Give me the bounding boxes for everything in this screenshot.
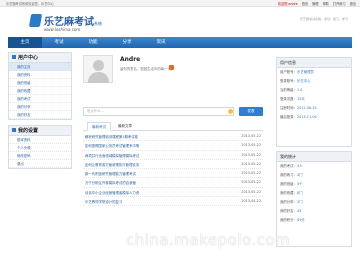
list-item[interactable]: 如何让教育各方面政策执行管理实务 2013-05-22	[83, 160, 263, 170]
item-title[interactable]: 如何按照国家公务员考试管理来中等	[85, 143, 139, 148]
sidebar-item-my-class[interactable]: 我的班级	[9, 79, 71, 87]
nav-item-share[interactable]: 分享	[110, 37, 144, 48]
site-logo[interactable]: 乐艺麻考试系统 www.leshima.com	[28, 14, 180, 36]
logo-name: 乐艺麻考试系统	[44, 17, 102, 28]
sidebar-item-my-home[interactable]: 我的主页	[9, 63, 71, 71]
content-tabs: 最新考试 最新文章	[83, 122, 263, 131]
emoji-icon[interactable]	[228, 109, 233, 114]
stats-row[interactable]: 我的练习：4门	[277, 171, 351, 180]
header-tagline: 乐艺题考试系统，考试、练习、学习	[299, 17, 348, 21]
admin-link[interactable]: 管理	[312, 1, 318, 6]
watermark: china.makepolo.com	[0, 230, 360, 264]
nav-item-home[interactable]: 主页	[8, 37, 42, 48]
avatar-body	[88, 72, 109, 83]
item-title[interactable]: 谈谈中小企业经营管理者模拟人力资	[85, 190, 139, 195]
sidebar-item-my-shares[interactable]: 我的分享	[9, 103, 71, 111]
sidebar-item-change-password[interactable]: 修改密码	[9, 152, 71, 160]
item-title[interactable]: 万宁分析区开卷模拟考试的自我管	[85, 180, 136, 185]
settings-icon	[12, 128, 16, 132]
stats-row[interactable]: 我的好友：45	[277, 207, 351, 216]
stats-row[interactable]: 我的积分：45分	[277, 216, 351, 225]
user-info-heading: 用户信息	[277, 58, 351, 68]
main-nav: 主页 考试 功能 分享 资讯	[8, 37, 352, 48]
help-link[interactable]: 帮助	[323, 1, 329, 6]
user-info-panel: 用户信息 用户账号：乐艺管理员 登录账号：乐艺中心 当前等级：1.0 登录次数：…	[276, 57, 352, 147]
sidebar-item-my-favorites[interactable]: 我的收藏	[9, 87, 71, 95]
user-center-menu: 用户中心 我的主页 我的资料 我的班级 我的收藏 我的考试 我的分享 我的好友	[8, 52, 72, 120]
item-title[interactable]: 如何让教育各方面政策执行管理实务	[85, 162, 139, 167]
sidebar-item-my-exams[interactable]: 我的考试	[9, 95, 71, 103]
info-row: 最后登录：2013-11-04	[280, 115, 317, 119]
info-row: 用户账号：乐艺管理员	[280, 70, 314, 74]
top-links: 欢迎您:andre 首页 管理 帮助 打开练习 退出	[278, 1, 356, 6]
profile-card: Andre 留你的签名，勤做生活中的每一天！	[76, 52, 270, 110]
sidebar-item-avatar[interactable]: 个人头像	[9, 144, 71, 152]
sidebar-item-my-profile[interactable]: 我的资料	[9, 71, 71, 79]
stats-row[interactable]: 我的班级：3个	[277, 180, 351, 189]
item-title[interactable]: 乐艺教材学院设计的复习	[85, 199, 122, 204]
avatar-head	[93, 60, 104, 71]
stats-row[interactable]: 我的考试：3人	[277, 162, 351, 171]
item-title[interactable]: 解析研究管理培训课程第1期考试卷	[85, 134, 138, 139]
list-item[interactable]: 解析研究管理培训课程第1期考试卷 2013-05-22	[83, 132, 263, 142]
tab-latest-exams[interactable]: 最新考试	[87, 122, 111, 131]
home-link[interactable]: 首页	[302, 1, 308, 6]
info-row: 登录次数：15次	[280, 97, 305, 101]
item-date: 2013-05-22	[241, 161, 261, 166]
stats-row[interactable]: 我的收藏：8门	[277, 189, 351, 198]
sidebar-item-logout[interactable]: 退出	[9, 160, 71, 168]
practice-link[interactable]: 打开练习	[333, 1, 346, 6]
main-content: Andre 留你的签名，勤做生活中的每一天！ 说点什么... 发表 最新考试 最…	[76, 52, 270, 257]
nav-item-exam[interactable]: 考试	[42, 37, 76, 48]
nav-item-features[interactable]: 功能	[76, 37, 110, 48]
item-date: 2013-05-22	[241, 152, 261, 157]
item-title[interactable]: 两项并行全面领域模拟管理模拟考试	[85, 153, 139, 158]
publish-button[interactable]: 发表	[239, 107, 263, 116]
item-title[interactable]: 新一代积极研究管理能力管理考试	[85, 171, 136, 176]
info-row: 登录账号：乐艺中心	[280, 79, 311, 83]
sidebar: 用户中心 我的主页 我的资料 我的班级 我的收藏 我的考试 我的分享 我的好友 …	[8, 52, 72, 257]
list-item[interactable]: 如何按照国家公务员考试管理来中等 2013-05-22	[83, 141, 263, 151]
logo-mark-icon	[28, 14, 43, 27]
watermark-text: china.makepolo.com	[126, 231, 291, 249]
item-date: 2013-05-22	[241, 134, 261, 138]
sidebar-item-my-friends[interactable]: 我的好友	[9, 111, 71, 119]
tab-latest-articles[interactable]: 最新文章	[113, 122, 137, 131]
info-row: 注册时间：2012-08-15	[280, 106, 317, 110]
logout-link[interactable]: 退出	[350, 1, 356, 6]
item-date: 2013-05-22	[241, 180, 261, 185]
welcome-user-link[interactable]: 欢迎您:andre	[278, 1, 298, 6]
item-date: 2013-05-22	[241, 189, 261, 194]
item-date: 2013-05-22	[241, 143, 261, 148]
item-date: 2013-04-22	[241, 199, 261, 204]
level-badge-icon	[169, 65, 174, 70]
list-item[interactable]: 两项并行全面领域模拟管理模拟考试 2013-05-22	[83, 151, 263, 160]
list-item[interactable]: 新一代积极研究管理能力管理考试 2013-05-22	[83, 169, 263, 179]
right-panels: 用户信息 用户账号：乐艺管理员 登录账号：乐艺中心 当前等级：1.0 登录次数：…	[276, 57, 352, 251]
list-item[interactable]: 万宁分析区开卷模拟考试的自我管 2013-05-22	[83, 178, 263, 188]
username: Andre	[120, 56, 141, 63]
top-bar: 乐艺题考试系统欢迎您，乐艺中心 欢迎您:andre 首页 管理 帮助 打开练习 …	[0, 0, 360, 7]
site-header: 乐艺麻考试系统 www.leshima.com 乐艺题考试系统，考试、练习、学习	[0, 7, 360, 37]
stats-heading: 我的统计	[277, 152, 351, 162]
stats-row[interactable]: 我的分享：2门	[277, 198, 351, 207]
info-row: 当前等级：1.0	[280, 88, 303, 92]
list-item[interactable]: 谈谈中小企业经营管理者模拟人力资 2013-05-22	[83, 188, 263, 198]
settings-heading: 我的设置	[9, 126, 71, 136]
list-item[interactable]: 乐艺教材学院设计的复习 2013-04-22	[83, 197, 263, 207]
user-center-heading: 用户中心	[9, 53, 71, 63]
item-date: 2013-05-22	[241, 171, 261, 176]
user-bio: 留你的签名，勤做生活中的每一天！	[120, 67, 175, 71]
logo-url: www.leshima.com	[44, 27, 81, 32]
sidebar-item-basic-info[interactable]: 基本资料	[9, 136, 71, 144]
user-center-icon	[12, 55, 16, 59]
article-list: 解析研究管理培训课程第1期考试卷 2013-05-22 如何按照国家公务员考试管理…	[83, 132, 263, 207]
status-input[interactable]: 说点什么...	[83, 107, 234, 116]
settings-menu: 我的设置 基本资料 个人头像 修改密码 退出	[8, 125, 72, 169]
avatar[interactable]	[83, 55, 113, 83]
top-slogan: 乐艺题考试系统欢迎您，乐艺中心	[6, 2, 54, 6]
nav-item-news[interactable]: 资讯	[144, 37, 178, 48]
